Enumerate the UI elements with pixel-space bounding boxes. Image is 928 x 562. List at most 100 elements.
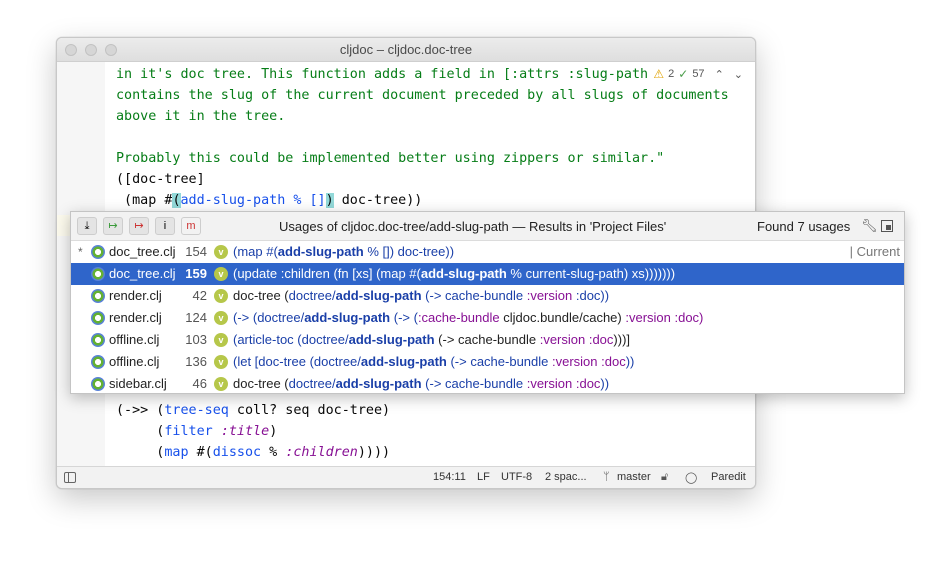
usage-row[interactable]: doc_tree.clj 159 v (update :children (fn [x… <box>71 263 904 285</box>
var-usage-icon: v <box>214 333 228 347</box>
usage-snippet-token: doctree/ <box>301 332 349 347</box>
usage-snippet-token: % current-slug-path) xs))))))) <box>506 266 676 281</box>
title-bar: cljdoc – cljdoc.doc-tree <box>57 38 755 62</box>
clojure-file-icon <box>91 267 105 281</box>
usage-snippet-token: add-slug-path <box>420 266 507 281</box>
usage-snippet-token: )) <box>625 354 635 369</box>
usage-snippet-token: doctree/ <box>288 376 336 391</box>
usage-row[interactable]: sidebar.clj 46 v doc-tree (doctree/add-slug… <box>71 373 904 393</box>
usage-snippet: (update :children (fn [xs] (map #(add-sl… <box>233 263 675 285</box>
code-token: dissoc <box>212 445 262 460</box>
paredit-mode[interactable]: Paredit <box>711 471 746 483</box>
code-token: filter <box>164 424 213 439</box>
usage-snippet: (let [doc-tree (doctree/add-slug-path (-… <box>233 351 634 373</box>
usage-snippet-token: (-> cache-bundle <box>421 288 527 303</box>
usage-snippet-token: add-slug-path <box>277 244 364 259</box>
next-highlight-icon[interactable]: ⌄ <box>734 68 743 81</box>
usage-snippet: (map #(add-slug-path % []) doc-tree)) <box>233 241 454 263</box>
usage-snippet-token: )))] <box>613 332 631 347</box>
usage-snippet-token: (-> cache-bundle <box>446 354 552 369</box>
usage-snippet-token: add-slug-path <box>335 376 422 391</box>
typo-check-icon: ✓ <box>678 67 689 81</box>
var-usage-icon: v <box>214 267 228 281</box>
code-token: % <box>261 445 286 460</box>
settings-wrench-icon[interactable]: 🔧︎ <box>861 218 878 234</box>
info-icon: i <box>163 220 167 232</box>
usage-snippet-token: cljdoc.bundle/cache) <box>499 310 626 325</box>
usage-row[interactable]: * doc_tree.clj 154 v (map #(add-slug-path % … <box>71 241 904 263</box>
inspection-widget[interactable]: ⚠ 2 ✓ 57 ⌃ ⌄ <box>649 67 743 81</box>
previous-highlight-icon[interactable]: ⌃ <box>715 68 724 81</box>
warning-count: 2 <box>668 68 675 80</box>
usage-snippet-token: (update :children (fn [xs] (map #( <box>233 266 421 281</box>
code-token: ( <box>116 445 165 460</box>
code-token: tree-seq <box>164 403 229 418</box>
usage-row[interactable]: render.clj 42 v doc-tree (doctree/add-slug-… <box>71 285 904 307</box>
usage-snippet-token: doctree/ <box>313 354 361 369</box>
code-line: contains the slug of the current documen… <box>116 88 729 103</box>
usage-row[interactable]: offline.clj 136 v (let [doc-tree (doctree/a… <box>71 351 904 373</box>
usage-snippet-token: :version :doc <box>552 354 626 369</box>
code-line: (map #(dissoc % :children)))) <box>116 442 390 463</box>
git-branch-icon: ᛘ <box>603 471 610 483</box>
usage-line-number: 42 <box>192 288 207 303</box>
window-title: cljdoc – cljdoc.doc-tree <box>339 42 473 57</box>
show-write-access-button[interactable]: ↦ <box>129 217 149 235</box>
usages-popup-header: ⤓ ↦ ↦ i m Usages of cljdoc.doc-tree/add-… <box>71 212 904 241</box>
usages-popup: ⤓ ↦ ↦ i m Usages of cljdoc.doc-tree/add-… <box>70 211 905 394</box>
usage-snippet-token: :version <box>526 288 573 303</box>
clojure-file-icon <box>91 289 105 303</box>
code-token: ) <box>269 424 278 439</box>
usage-file-name: offline.clj <box>109 354 160 369</box>
code-line: (->> (tree-seq coll? seq doc-tree) <box>116 400 390 421</box>
usage-snippet-token: :version :doc <box>539 332 614 347</box>
git-branch[interactable]: master <box>617 471 651 483</box>
usage-snippet-token: :doc)) <box>572 288 610 303</box>
usages-title: Usages of cljdoc.doc-tree/add-slug-path … <box>279 219 667 234</box>
usage-line-number: 124 <box>185 310 207 325</box>
usage-snippet: (-> (doctree/add-slug-path (-> (:cache-b… <box>233 307 703 329</box>
lock-icon[interactable]: 🔓︎ <box>661 471 668 484</box>
code-token: :title <box>220 424 270 439</box>
usage-snippet-token: doc-tree ( <box>233 376 289 391</box>
usage-snippet-token: doctree/ <box>257 310 305 325</box>
usage-snippet-token: (article-toc ( <box>233 332 302 347</box>
caret-position[interactable]: 154:11 <box>433 471 466 483</box>
usage-file-name: render.clj <box>109 310 162 325</box>
usage-snippet-token: (-> cache-bundle <box>421 376 527 391</box>
var-usage-icon: v <box>214 355 228 369</box>
matched-brace: ( <box>172 193 181 208</box>
line-separator[interactable]: LF <box>477 471 490 483</box>
code-line: ([doc-tree] <box>116 172 205 187</box>
usages-count: Found 7 usages <box>757 219 851 234</box>
usage-snippet-token: :version :doc <box>526 376 601 391</box>
open-in-find-window-icon[interactable] <box>881 220 893 232</box>
var-usage-icon: v <box>214 289 228 303</box>
usage-snippet-token: add-slug-path <box>335 288 422 303</box>
code-token: map <box>164 445 189 460</box>
method-icon: m <box>186 220 196 232</box>
clojure-file-icon <box>91 377 105 391</box>
code-token: add-slug-path % [] <box>180 193 326 208</box>
status-bar: 154:11 LF UTF-8 2 spac... ᛘ master 🔓︎ ◯ … <box>57 466 755 488</box>
show-read-access-button[interactable]: ↦ <box>103 217 123 235</box>
usage-snippet-token: add-slug-path <box>348 332 435 347</box>
merge-icon: ⤓ <box>84 220 90 232</box>
merge-usages-button[interactable]: ⤓ <box>77 217 97 235</box>
usage-row[interactable]: offline.clj 103 v (article-toc (doctree/add… <box>71 329 904 351</box>
usage-row[interactable]: render.clj 124 v (-> (doctree/add-slug-path… <box>71 307 904 329</box>
indent-setting[interactable]: 2 spac... <box>545 471 587 483</box>
code-token: #( <box>188 445 213 460</box>
usage-line-number: 159 <box>185 266 207 281</box>
usage-snippet-token: add-slug-path <box>304 310 391 325</box>
show-methods-button[interactable]: m <box>181 217 201 235</box>
show-imports-button[interactable]: i <box>155 217 175 235</box>
clojure-file-icon <box>91 245 105 259</box>
hector-icon[interactable]: ◯ <box>685 471 697 484</box>
usage-snippet: doc-tree (doctree/add-slug-path (-> cach… <box>233 285 609 307</box>
usage-snippet: doc-tree (doctree/add-slug-path (-> cach… <box>233 373 609 393</box>
toggle-panels-icon[interactable] <box>64 472 76 483</box>
file-encoding[interactable]: UTF-8 <box>501 471 532 483</box>
code-line: in it's doc tree. This function adds a f… <box>116 67 649 82</box>
usage-file-name: offline.clj <box>109 332 160 347</box>
